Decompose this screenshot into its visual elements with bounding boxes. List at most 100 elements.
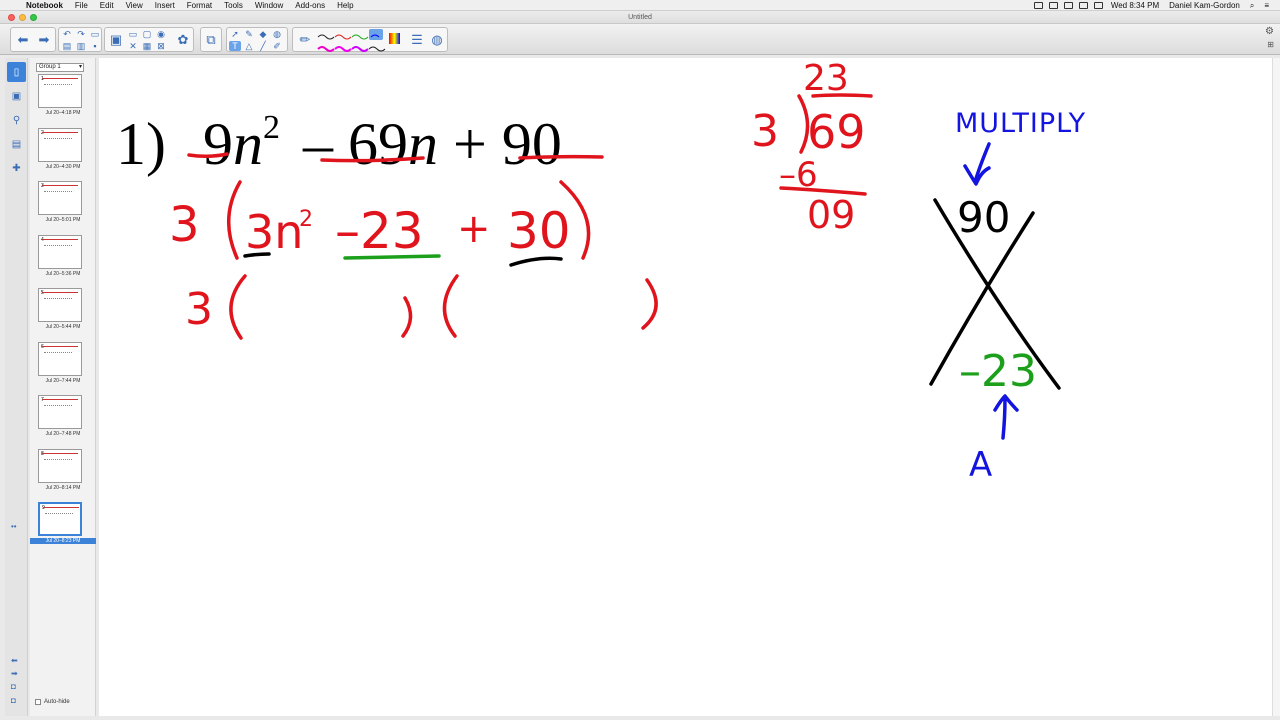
pen-presets-icon[interactable] <box>315 29 409 52</box>
volume-icon[interactable] <box>1093 2 1103 9</box>
pen-tool-icon[interactable]: ✎ <box>243 29 255 39</box>
delete-icon[interactable]: ▥ <box>75 41 87 51</box>
remainder-09: 09 <box>807 193 855 237</box>
fill-tool-icon[interactable]: ✐ <box>271 41 283 51</box>
auto-hide-toggle[interactable]: Auto-hide <box>35 699 70 705</box>
line-width-icon[interactable]: ☰ <box>409 30 425 50</box>
menu-view[interactable]: View <box>120 0 149 11</box>
table-icon[interactable]: ▦ <box>141 41 153 51</box>
thumbnail-content <box>42 452 78 456</box>
screen-shade-icon[interactable]: ▣ <box>108 30 124 50</box>
group-select[interactable]: Group 1 <box>36 63 84 72</box>
text-tool-icon[interactable]: T <box>229 41 241 51</box>
move-right-icon[interactable]: ➡ <box>11 669 18 678</box>
canvas-scrollbar[interactable] <box>1272 58 1280 716</box>
term-30: 30 <box>507 202 571 260</box>
toolbar: ⬅ ➡ ↶ ↷ ▭ ▤ ▥ ▪ ▣ ▭ ▢ ◉ ✕ ▦ ⊠ ✿ ⧉ ➚ ✎ ◆ … <box>0 24 1280 55</box>
settings-gear-icon[interactable]: ⚙ <box>1265 26 1274 37</box>
spotlight-icon[interactable]: ⌕ <box>1245 0 1259 11</box>
whiteboard-canvas[interactable]: 1) 9n2 – 69n + 90 3 3n 2 –23 + 30 3 23 3… <box>99 58 1272 716</box>
shape-tool-icon[interactable]: ◍ <box>271 29 283 39</box>
undo-icon[interactable]: ↶ <box>61 29 73 39</box>
addons-icon[interactable]: ✿ <box>175 30 191 50</box>
thumbnail-content <box>44 191 72 193</box>
pen-options-group: ✏ ☰ ◍ <box>292 27 448 52</box>
capture-icon[interactable]: ▢ <box>141 29 153 39</box>
page-thumbnail[interactable]: 7 <box>38 395 82 429</box>
underline-9 <box>187 152 229 159</box>
dual-page-icon[interactable]: ⧉ <box>203 30 219 50</box>
page-thumbnail[interactable]: 5 <box>38 288 82 322</box>
auto-hide-checkbox[interactable] <box>35 699 41 705</box>
ink-layer: 3 3n 2 –23 + 30 3 23 3 69 –6 09 MULTIPLY… <box>169 58 1085 485</box>
page-thumbnail[interactable]: 1 <box>38 74 82 108</box>
menu-tools[interactable]: Tools <box>218 0 249 11</box>
page-thumbnail[interactable]: 2 <box>38 127 82 162</box>
clear-icon[interactable]: ✕ <box>127 41 139 51</box>
properties-icon[interactable]: ⊞ <box>1267 40 1274 49</box>
redo-icon[interactable]: ↷ <box>75 29 87 39</box>
eraser-tool-icon[interactable]: ◆ <box>257 29 269 39</box>
select-tool-icon[interactable]: ➚ <box>229 29 241 39</box>
thumbnail-content <box>44 351 72 354</box>
page-sorter: Group 1 1 Jul 20–4:18 PM 2Jul 20–4:30 PM 3 J… <box>30 58 96 716</box>
panel-option-icon[interactable]: ◘ <box>11 682 16 691</box>
pen-style-icon[interactable]: ✏ <box>297 30 313 50</box>
gcf-3-second: 3 <box>185 284 213 335</box>
status-area: Wed 8:34 PM Daniel Kam-Gordon ⌕ ≡ <box>1031 0 1274 11</box>
document-camera-icon[interactable]: ◉ <box>155 29 167 39</box>
page-thumbnail[interactable]: 6 <box>38 341 82 376</box>
paste-icon[interactable]: ▭ <box>89 29 101 39</box>
display-icon[interactable] <box>1048 2 1058 9</box>
menu-app-notebook[interactable]: Notebook <box>20 0 69 11</box>
page-thumbnail[interactable]: 9 <box>38 502 82 536</box>
wifi-icon[interactable] <box>1078 2 1088 9</box>
thumbnail-content <box>42 292 78 295</box>
close-shade-icon[interactable]: ⊠ <box>155 41 167 51</box>
menu-insert[interactable]: Insert <box>149 0 181 11</box>
user-name[interactable]: Daniel Kam-Gordon <box>1164 0 1245 11</box>
page-thumbnail[interactable]: 8 <box>38 448 82 483</box>
addons-tab[interactable]: ✚ <box>7 158 26 178</box>
view-group: ▣ ▭ ▢ ◉ ✕ ▦ ⊠ ✿ <box>104 27 194 52</box>
auto-hide-label: Auto-hide <box>44 699 70 705</box>
add-page-icon[interactable]: ▤ <box>61 41 73 51</box>
page-thumbnail[interactable]: 4 <box>38 234 82 269</box>
thumbnail-content <box>43 507 79 510</box>
triangle-tool-icon[interactable]: △ <box>243 41 255 51</box>
menu-file[interactable]: File <box>69 0 94 11</box>
term-3n: 3n <box>245 205 303 259</box>
collapse-panel-icon[interactable]: •• <box>11 522 17 531</box>
page-timestamp: Jul 20–4:18 PM <box>45 110 81 116</box>
menu-addons[interactable]: Add-ons <box>289 0 331 11</box>
menu-format[interactable]: Format <box>181 0 218 11</box>
save-icon[interactable]: ▪ <box>89 41 101 51</box>
menu-edit[interactable]: Edit <box>94 0 120 11</box>
attachments-tab[interactable]: ⚲ <box>7 110 26 130</box>
page-thumbnail[interactable]: 3 <box>38 181 82 215</box>
clock[interactable]: Wed 8:34 PM <box>1106 0 1164 11</box>
open-paren-2 <box>229 274 247 340</box>
thumbnail-content <box>44 405 72 407</box>
move-left-icon[interactable]: ⬅ <box>11 656 18 665</box>
page-sorter-tab[interactable]: ▯ <box>7 62 26 82</box>
page-timestamp: Jul 20–7:44 PM <box>45 377 81 384</box>
plus-sign: + <box>457 206 491 252</box>
transparency-icon[interactable]: ◍ <box>429 30 445 50</box>
term-3n-exp: 2 <box>299 207 313 232</box>
next-page-button[interactable]: ➡ <box>36 30 52 50</box>
battery-icon[interactable] <box>1063 2 1073 9</box>
camera-icon[interactable] <box>1033 2 1043 9</box>
menu-help[interactable]: Help <box>331 0 359 11</box>
window-title: Untitled <box>628 14 652 21</box>
notification-center-icon[interactable]: ≡ <box>1259 0 1274 11</box>
window-title-bar: Untitled <box>0 11 1280 24</box>
menu-window[interactable]: Window <box>249 0 289 11</box>
gallery-tab[interactable]: ▣ <box>7 86 26 106</box>
panel-delete-icon[interactable]: ◘ <box>11 696 16 705</box>
line-tool-icon[interactable]: ╱ <box>257 41 269 51</box>
sub-minus-6: –6 <box>779 155 818 195</box>
previous-page-button[interactable]: ⬅ <box>15 30 31 50</box>
properties-tab[interactable]: ▤ <box>7 134 26 154</box>
display-icon[interactable]: ▭ <box>127 29 139 39</box>
